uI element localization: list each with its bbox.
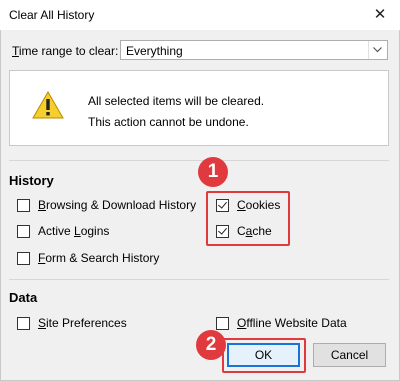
time-range-value: Everything bbox=[126, 44, 183, 58]
divider bbox=[9, 279, 389, 280]
checkbox[interactable] bbox=[216, 317, 229, 330]
step-badge-2: 2 bbox=[196, 330, 226, 360]
cancel-button[interactable]: Cancel bbox=[313, 343, 386, 367]
warning-text-line2: This action cannot be undone. bbox=[88, 115, 249, 129]
warning-icon bbox=[32, 90, 64, 122]
chevron-down-icon[interactable] bbox=[368, 41, 387, 59]
time-range-select[interactable]: Everything bbox=[120, 40, 388, 60]
step-badge-1: 1 bbox=[198, 157, 228, 187]
data-heading: Data bbox=[9, 290, 38, 305]
checkbox-checked[interactable] bbox=[216, 199, 229, 212]
warning-text-line1: All selected items will be cleared. bbox=[88, 94, 265, 108]
title-bar: Clear All History ✕ bbox=[0, 0, 400, 30]
close-icon[interactable]: ✕ bbox=[360, 0, 400, 30]
checkbox[interactable] bbox=[17, 225, 30, 238]
time-range-label: Time range to clear: bbox=[12, 44, 119, 58]
ok-button[interactable]: OK bbox=[227, 343, 300, 367]
warning-box: All selected items will be cleared. This… bbox=[9, 70, 389, 146]
checkbox[interactable] bbox=[17, 317, 30, 330]
divider bbox=[9, 160, 389, 161]
window-title: Clear All History bbox=[9, 8, 95, 22]
history-heading: History bbox=[9, 173, 54, 188]
checkbox[interactable] bbox=[17, 199, 30, 212]
checkbox-checked[interactable] bbox=[216, 225, 229, 238]
checkbox[interactable] bbox=[17, 252, 30, 265]
